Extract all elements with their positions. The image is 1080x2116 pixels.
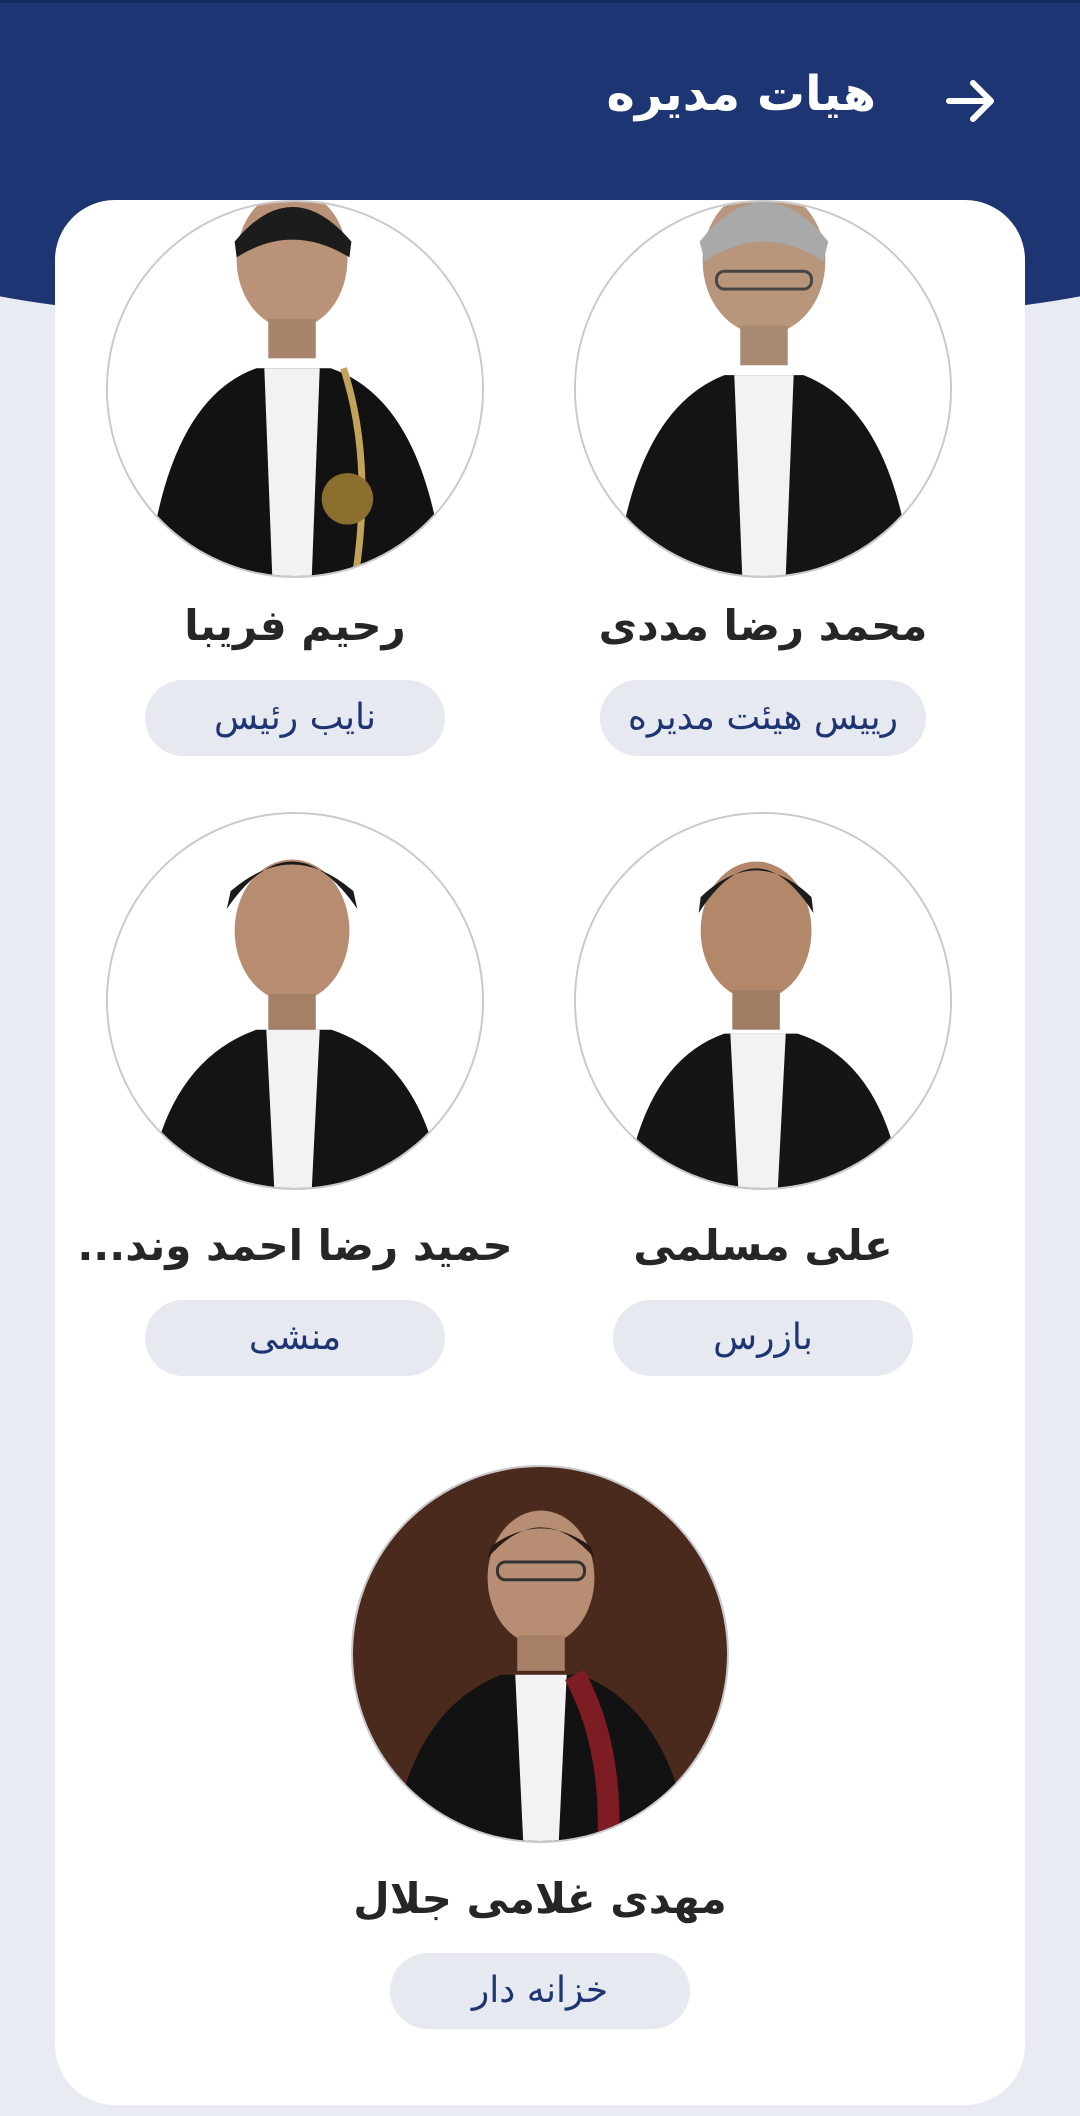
person-avatar-icon (576, 202, 950, 576)
member-info: محمد رضا مددی رییس هیئت مدیره (543, 570, 983, 756)
back-button[interactable] (940, 70, 1002, 132)
member-name: مهدی غلامی جلال (353, 1874, 727, 1923)
person-avatar-icon (353, 1467, 727, 1841)
member-info: رحیم فریبا نایب رئیس (75, 570, 515, 756)
members-card: محمد رضا مددی رییس هیئت مدیره رحیم فریبا… (55, 200, 1025, 2105)
member-name: حمید رضا احمد وند... (77, 1221, 513, 1270)
arrow-right-icon (946, 80, 994, 122)
member-photo (574, 812, 952, 1190)
member-role-badge: خزانه دار (390, 1953, 690, 2029)
member-name: علی مسلمی (633, 1221, 893, 1270)
person-avatar-icon (576, 814, 950, 1188)
member-role-badge: نایب رئیس (145, 680, 445, 756)
member-card[interactable] (543, 200, 983, 578)
member-card[interactable]: علی مسلمی بازرس (543, 812, 983, 1376)
member-role-badge: منشی (145, 1300, 445, 1376)
member-photo (351, 1465, 729, 1843)
member-name: رحیم فریبا (184, 601, 406, 650)
person-avatar-icon (108, 814, 482, 1188)
member-card[interactable]: مهدی غلامی جلال خزانه دار (320, 1465, 760, 2029)
member-photo (106, 812, 484, 1190)
status-strip (0, 0, 1080, 3)
member-role-badge: رییس هیئت مدیره (599, 680, 927, 756)
member-card[interactable] (75, 200, 515, 578)
member-role-badge: بازرس (613, 1300, 913, 1376)
member-photo (106, 200, 484, 578)
board-of-directors-screen: هیات مدیره محمد رضا مددی رییس هیئت مدیره… (0, 0, 1080, 2116)
page-title: هیات مدیره (606, 66, 876, 122)
member-name: محمد رضا مددی (598, 601, 928, 650)
member-card[interactable]: حمید رضا احمد وند... منشی (75, 812, 515, 1376)
person-avatar-icon (108, 202, 482, 576)
member-photo (574, 200, 952, 578)
